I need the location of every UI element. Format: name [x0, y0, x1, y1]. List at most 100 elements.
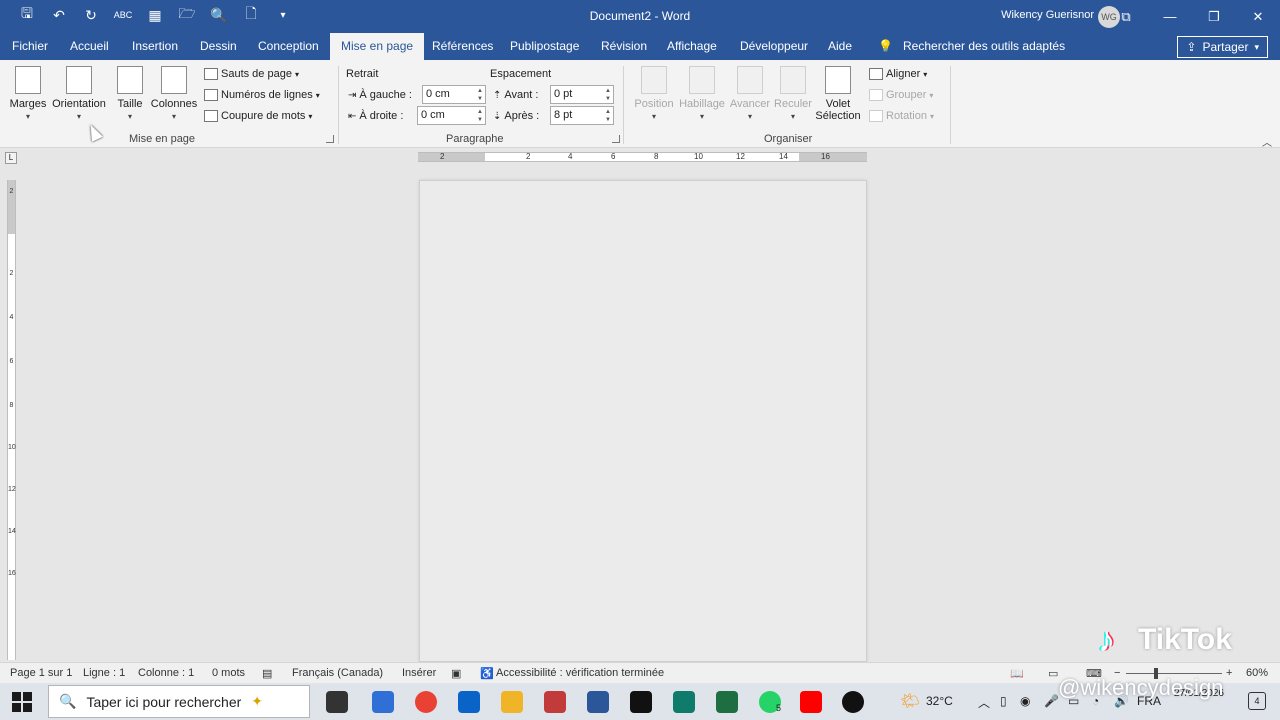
status-column[interactable]: Colonne : 1	[138, 667, 194, 679]
tab-selector[interactable]: L	[5, 152, 17, 164]
tab-references[interactable]: Références	[426, 33, 499, 60]
position-button[interactable]: Position ▾	[632, 66, 676, 121]
read-mode-icon[interactable]: 📖	[1010, 667, 1024, 680]
spinner-icon[interactable]: ▲ ▼	[604, 87, 612, 103]
minimize-icon[interactable]: —	[1148, 0, 1192, 33]
new-document-icon[interactable]: 🗋	[242, 5, 260, 24]
redo-icon[interactable]: ↻	[82, 6, 100, 24]
device-icon[interactable]: ▯	[1000, 694, 1007, 708]
tab-affichage[interactable]: Affichage	[661, 33, 723, 60]
indent-right-field[interactable]: 0 cm ▲ ▼	[417, 106, 486, 125]
tab-developpeur[interactable]: Développeur	[734, 33, 814, 60]
selection-pane-button[interactable]: Volet Sélection	[814, 66, 862, 122]
share-button[interactable]: ⇪ Partager ▾	[1177, 36, 1268, 58]
status-language[interactable]: Français (Canada)	[292, 667, 383, 679]
proofing-icon[interactable]: ▤	[262, 667, 272, 680]
tab-dessin[interactable]: Dessin	[194, 33, 243, 60]
horizontal-ruler[interactable]: 2 2 4 6 8 10 12 14 16	[418, 152, 867, 162]
rotate-button[interactable]: Rotation ▾	[869, 107, 934, 125]
group-button[interactable]: Grouper ▾	[869, 86, 933, 104]
breaks-button[interactable]: Sauts de page ▾	[204, 65, 299, 83]
margins-button[interactable]: Marges ▾	[9, 66, 47, 121]
wrap-text-button[interactable]: Habillage ▾	[678, 66, 726, 121]
tab-insertion[interactable]: Insertion	[126, 33, 184, 60]
status-mode[interactable]: Insérer	[402, 667, 436, 679]
microphone-icon[interactable]: 🎤	[1044, 694, 1059, 708]
collapse-ribbon-icon[interactable]: ︿	[1262, 134, 1272, 149]
tab-accueil[interactable]: Accueil	[64, 33, 115, 60]
page-setup-launcher-icon[interactable]	[326, 135, 334, 143]
youtube-icon[interactable]	[800, 691, 822, 713]
document-page[interactable]	[419, 180, 867, 662]
spinner-icon[interactable]: ▲ ▼	[604, 108, 612, 124]
screen-recorder-icon[interactable]	[544, 691, 566, 713]
user-name[interactable]: Wikency Guerisnor	[1001, 9, 1094, 21]
chevron-down-icon: ▾	[308, 111, 313, 121]
align-button[interactable]: Aligner ▾	[869, 65, 927, 83]
close-icon[interactable]: ✕	[1236, 0, 1280, 33]
save-icon[interactable]: 🖫	[18, 5, 36, 24]
spelling-icon[interactable]: ABC	[114, 6, 133, 24]
undo-icon[interactable]: ↶	[50, 6, 68, 24]
paragraph-launcher-icon[interactable]	[612, 135, 620, 143]
status-line[interactable]: Ligne : 1	[83, 667, 125, 679]
customize-toolbar-icon[interactable]: ▾	[274, 6, 292, 24]
indent-left-field[interactable]: 0 cm ▲ ▼	[422, 85, 486, 104]
bring-forward-button[interactable]: Avancer ▾	[729, 66, 771, 121]
tab-revision[interactable]: Révision	[595, 33, 653, 60]
weather-icon[interactable]: 🌤	[900, 691, 920, 711]
task-view-icon[interactable]	[326, 691, 348, 713]
tab-mise-en-page[interactable]: Mise en page	[330, 33, 425, 60]
status-words[interactable]: 0 mots	[212, 667, 245, 679]
send-backward-button[interactable]: Reculer ▾	[773, 66, 813, 121]
spacing-before-field[interactable]: 0 pt ▲ ▼	[550, 85, 614, 104]
tiktok-icon[interactable]	[842, 691, 864, 713]
chevron-up-icon[interactable]: ︿	[978, 694, 990, 711]
columns-button[interactable]: Colonnes ▾	[150, 66, 198, 121]
zoom-in-icon[interactable]: +	[1226, 667, 1232, 679]
tab-publipostage[interactable]: Publipostage	[504, 33, 585, 60]
hyphenation-button[interactable]: Coupure de mots ▾	[204, 107, 312, 125]
table-icon[interactable]: ▦	[146, 6, 164, 24]
spacing-after-field[interactable]: 8 pt ▲ ▼	[550, 106, 614, 125]
windows-start-icon[interactable]	[12, 692, 32, 712]
temperature[interactable]: 32°C	[926, 694, 953, 708]
spinner-icon[interactable]: ▲ ▼	[476, 87, 484, 103]
word-icon[interactable]	[587, 691, 609, 713]
tab-aide[interactable]: Aide	[822, 33, 858, 60]
ribbon-display-icon[interactable]: ⧉	[1104, 0, 1148, 33]
size-button[interactable]: Taille ▾	[114, 66, 146, 121]
taskbar-search[interactable]: 🔍 Taper ici pour rechercher ✦	[48, 685, 310, 718]
document-title: Document2 - Word	[589, 9, 691, 23]
chrome-icon[interactable]	[415, 691, 437, 713]
print-layout-icon[interactable]: ▭	[1048, 667, 1058, 680]
indent-right-value: 0 cm	[421, 109, 445, 121]
line-numbers-button[interactable]: Numéros de lignes ▾	[204, 86, 320, 104]
macro-icon[interactable]: ▣	[451, 667, 461, 680]
orientation-button[interactable]: Orientation ▾	[50, 66, 108, 121]
outlook-icon[interactable]	[458, 691, 480, 713]
file-explorer-icon[interactable]	[501, 691, 523, 713]
lightbulb-icon[interactable]: 💡	[872, 33, 899, 60]
excel-icon[interactable]	[716, 691, 738, 713]
camera-icon[interactable]: ◉	[1020, 694, 1030, 708]
notification-icon[interactable]: 4	[1248, 692, 1266, 710]
zoom-slider[interactable]	[1126, 673, 1222, 674]
capcut-icon[interactable]	[630, 691, 652, 713]
vertical-ruler[interactable]: 2 2 4 6 8 10 12 14 16	[7, 180, 16, 660]
status-accessibility[interactable]: Accessibilité : vérification terminée	[496, 667, 664, 679]
tab-fichier[interactable]: Fichier	[6, 33, 54, 60]
restore-icon[interactable]: ❐	[1192, 0, 1236, 33]
tiktok-handle: @wikencydesign	[1058, 675, 1224, 700]
tab-conception[interactable]: Conception	[252, 33, 325, 60]
spinner-icon[interactable]: ▲ ▼	[476, 108, 484, 124]
open-folder-icon[interactable]: 🗁	[178, 5, 196, 24]
status-page[interactable]: Page 1 sur 1	[10, 667, 72, 679]
accessibility-icon[interactable]: ♿	[480, 667, 494, 680]
publisher-icon[interactable]	[673, 691, 695, 713]
print-preview-icon[interactable]: 🔍	[210, 6, 228, 24]
store-icon[interactable]	[372, 691, 394, 713]
zoom-level[interactable]: 60%	[1246, 667, 1268, 679]
ruler-left-margin	[418, 153, 485, 161]
tell-me-search[interactable]: Rechercher des outils adaptés	[897, 33, 1071, 60]
